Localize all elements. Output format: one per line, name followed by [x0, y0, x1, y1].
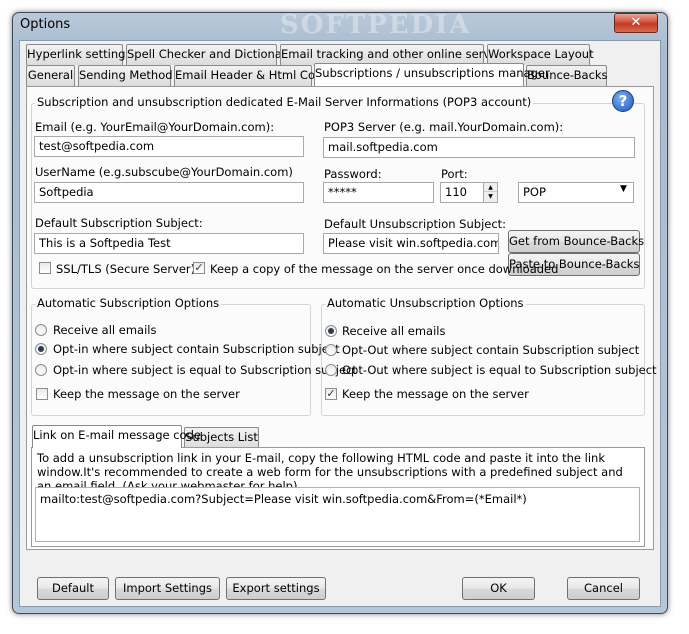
unsub-subject-label: Default Unsubscription Subject:: [324, 217, 507, 231]
close-icon: ✕: [630, 15, 642, 30]
auto-sub-keep-checkbox[interactable]: [36, 388, 48, 400]
auto-unsub-keep-checkbox[interactable]: ✓: [325, 388, 337, 400]
keep-copy-label: Keep a copy of the message on the server…: [210, 262, 559, 276]
tab-label: Subscriptions / unsubscriptions manager: [315, 66, 550, 80]
tab-label: Email tracking and other online services: [281, 47, 513, 61]
import-settings-button[interactable]: Import Settings: [115, 577, 220, 600]
tab-sending-method[interactable]: Sending Method: [78, 65, 173, 86]
ok-button[interactable]: OK: [462, 577, 535, 600]
auto-unsub-option-label: Opt-Out where subject contain Subscripti…: [342, 343, 640, 357]
protocol-select[interactable]: POP: [518, 182, 634, 203]
tab-label: Hyperlink settings: [27, 47, 132, 61]
server-section-title: Subscription and unsubscription dedicate…: [35, 95, 534, 109]
auto-sub-option-label: Opt-in where subject is equal to Subscri…: [53, 363, 357, 377]
password-field[interactable]: *****: [323, 182, 434, 203]
help-button[interactable]: ?: [612, 90, 634, 112]
pop3-server-field[interactable]: mail.softpedia.com: [323, 137, 635, 158]
auto-unsub-title: Automatic Unsubscription Options: [325, 296, 526, 310]
tab-label: Email Header & Html Code: [175, 68, 330, 82]
chevron-down-icon: ▼: [620, 184, 627, 194]
tab-label: Workspace Layout: [488, 47, 594, 61]
protocol-value: POP: [523, 185, 546, 199]
auto-unsub-radio-contain[interactable]: [325, 344, 337, 356]
tab-subscriptions[interactable]: Subscriptions / unsubscriptions manager: [314, 63, 550, 86]
pop3-label: POP3 Server (e.g. mail.YourDomain.com):: [324, 120, 564, 134]
password-label: Password:: [324, 167, 382, 181]
tab-workspace-layout[interactable]: Workspace Layout: [487, 44, 594, 65]
auto-unsub-option-label: Opt-Out where subject is equal to Subscr…: [342, 363, 657, 377]
tab-email-tracking[interactable]: Email tracking and other online services: [280, 44, 513, 65]
export-settings-button[interactable]: Export settings: [226, 577, 326, 600]
default-button[interactable]: Default: [37, 577, 109, 600]
tab-label: Spell Checker and Dictionary: [127, 47, 294, 61]
tab-email-header[interactable]: Email Header & Html Code: [174, 65, 329, 86]
ssl-label: SSL/TLS (Secure Server): [56, 262, 196, 276]
auto-sub-radio-equal[interactable]: [35, 364, 47, 376]
watermark: SOFTPEDIA: [280, 10, 472, 40]
tab-general[interactable]: General: [26, 65, 75, 86]
auto-sub-option-label: Opt-in where subject contain Subscriptio…: [53, 342, 340, 356]
auto-sub-option-label: Receive all emails: [53, 323, 157, 337]
port-down-icon[interactable]: ▼: [483, 192, 497, 202]
username-field[interactable]: Softpedia: [34, 182, 304, 203]
help-icon: ?: [618, 92, 628, 110]
email-field[interactable]: test@softpedia.com: [34, 136, 304, 157]
auto-unsub-keep-label: Keep the message on the server: [342, 387, 529, 401]
tab-hyperlink-settings[interactable]: Hyperlink settings: [26, 44, 131, 65]
link-code-textarea[interactable]: mailto:test@softpedia.com?Subject=Please…: [35, 487, 640, 542]
window-title: Options: [20, 17, 71, 32]
tab-label: Link on E-mail message code: [33, 428, 201, 442]
auto-unsub-radio-receive-all[interactable]: [325, 325, 337, 337]
sub-subject-field[interactable]: This is a Softpedia Test: [34, 233, 304, 254]
port-up-icon[interactable]: ▲: [483, 183, 497, 192]
cancel-button[interactable]: Cancel: [567, 577, 640, 600]
get-from-bounce-backs-button[interactable]: Get from Bounce-Backs: [508, 230, 644, 253]
tab-link-code[interactable]: Link on E-mail message code: [32, 425, 201, 448]
auto-sub-radio-receive-all[interactable]: [35, 324, 47, 336]
keep-copy-checkbox[interactable]: ✓: [193, 262, 205, 274]
auto-sub-keep-label: Keep the message on the server: [53, 387, 240, 401]
auto-sub-title: Automatic Subscription Options: [35, 296, 222, 310]
email-label: Email (e.g. YourEmail@YourDomain.com):: [35, 120, 275, 134]
tab-spell-checker[interactable]: Spell Checker and Dictionary: [126, 44, 293, 65]
close-button[interactable]: ✕: [614, 13, 658, 33]
tab-label: General: [27, 68, 74, 82]
tab-label: Sending Method: [79, 68, 173, 82]
ssl-checkbox[interactable]: [39, 262, 51, 274]
username-label: UserName (e.g.subscube@YourDomain.com): [35, 165, 293, 179]
auto-sub-radio-contain[interactable]: [35, 343, 47, 355]
unsub-subject-field[interactable]: Please visit win.softpedia.com: [323, 233, 499, 254]
auto-unsub-radio-equal[interactable]: [325, 364, 337, 376]
sub-subject-label: Default Subscription Subject:: [35, 216, 203, 230]
port-value: 110: [445, 185, 467, 199]
auto-unsub-option-label: Receive all emails: [342, 324, 446, 338]
port-label: Port:: [441, 167, 468, 181]
